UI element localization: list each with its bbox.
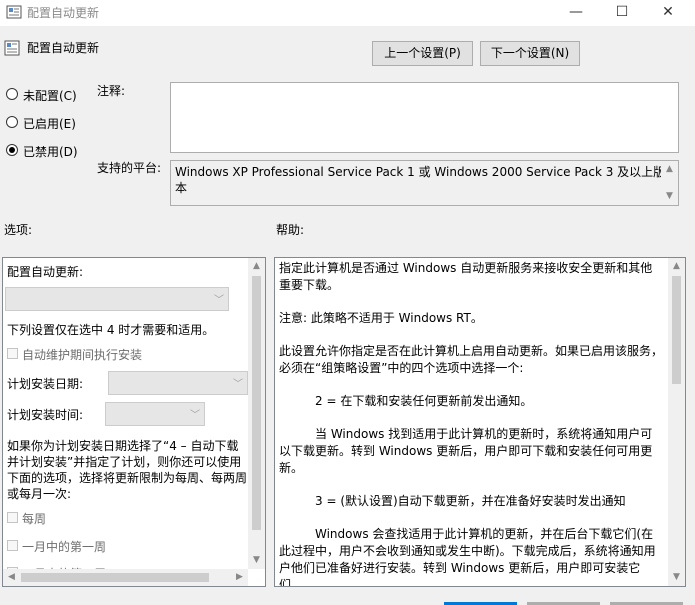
policy-setting-icon [4, 40, 20, 56]
supported-platform-value: Windows XP Professional Service Pack 1 或… [175, 165, 666, 195]
comment-label: 注释: [97, 84, 126, 98]
help-paragraph: 此设置允许你指定是否在此计算机上启用自动更新。如果已启用该服务，必须在“组策略设… [279, 344, 664, 375]
scroll-thumb[interactable] [252, 276, 261, 530]
supported-platform-box: Windows XP Professional Service Pack 1 或… [170, 160, 679, 206]
schedule-info-text: 下面的选项，选择将更新限制为每周、每两周 [7, 471, 248, 485]
schedule-day-label: 计划安装日期: [7, 377, 84, 391]
help-paragraph: Windows 会查找适用于此计算机的更新，并在后台下载它们(在此过程中，用户不… [279, 527, 656, 587]
radio-label: 已启用(E) [23, 117, 76, 131]
configure-updates-dropdown[interactable]: ﹀ [5, 287, 229, 311]
scroll-left-icon[interactable]: ◀ [3, 569, 20, 586]
comment-textarea[interactable] [170, 82, 679, 153]
weekly-label: 每周 [22, 512, 47, 526]
options-vertical-scrollbar[interactable]: ▲ ▼ [248, 258, 265, 569]
policy-name: 配置自动更新 [27, 41, 100, 55]
maximize-button[interactable]: ☐ [599, 0, 645, 26]
scroll-right-icon[interactable]: ▶ [231, 569, 248, 586]
radio-disabled-indicator[interactable] [6, 144, 18, 156]
help-vertical-scrollbar[interactable]: ▲ ▼ [668, 258, 685, 586]
radio-not-configured-indicator[interactable] [6, 88, 18, 100]
window-title: 配置自动更新 [27, 6, 100, 20]
options-label: 选项: [4, 223, 33, 237]
help-label: 帮助: [276, 223, 305, 237]
next-setting-button[interactable]: 下一个设置(N) [480, 41, 580, 66]
scroll-up-icon[interactable]: ▲ [248, 258, 265, 275]
help-paragraph: 指定此计算机是否通过 Windows 自动更新服务来接收安全更新和其他重要下载。 [279, 261, 653, 292]
help-paragraph: 3 = (默认设置)自动下载更新，并在准备好安装时发出通知 [315, 494, 626, 508]
radio-label: 未配置(C) [23, 89, 77, 103]
chevron-down-icon: ﹀ [190, 410, 200, 421]
weekly-checkbox[interactable] [7, 512, 18, 523]
policy-app-icon [6, 5, 22, 19]
help-paragraph: 当 Windows 找到适用于此计算机的更新时，系统将通知用户可以下载更新。转到… [279, 427, 653, 475]
options-horizontal-scrollbar[interactable]: ◀ ▶ [3, 569, 248, 586]
radio-label: 已禁用(D) [23, 145, 78, 159]
chevron-down-icon: ﹀ [214, 295, 224, 306]
help-pane: 指定此计算机是否通过 Windows 自动更新服务来接收安全更新和其他重要下载。… [274, 257, 686, 587]
scroll-down-icon[interactable]: ▼ [661, 188, 678, 205]
help-paragraph: 2 = 在下载和安装任何更新前发出通知。 [315, 394, 533, 408]
first-week-checkbox[interactable] [7, 540, 18, 551]
options-pane: 配置自动更新: ﹀ 下列设置仅在选中 4 时才需要和适用。 自动维护期间执行安装… [2, 257, 266, 587]
schedule-info-text: 如果你为计划安装日期选择了“4 – 自动下载 [7, 439, 239, 453]
previous-setting-button[interactable]: 上一个设置(P) [372, 41, 473, 66]
maintenance-install-checkbox[interactable] [7, 348, 18, 359]
supported-platform-label: 支持的平台: [97, 161, 162, 175]
schedule-time-label: 计划安装时间: [7, 408, 84, 422]
scroll-thumb[interactable] [21, 573, 209, 582]
schedule-info-text: 或每月一次: [7, 487, 72, 501]
schedule-day-dropdown[interactable]: ﹀ [108, 371, 248, 395]
options-note: 下列设置仅在选中 4 时才需要和适用。 [7, 323, 215, 337]
minimize-button[interactable]: — [553, 0, 599, 26]
help-text: 指定此计算机是否通过 Windows 自动更新服务来接收安全更新和其他重要下载。… [279, 260, 664, 587]
chevron-down-icon: ﹀ [233, 379, 243, 390]
schedule-time-dropdown[interactable]: ﹀ [105, 402, 205, 426]
maintenance-install-label: 自动维护期间执行安装 [22, 348, 143, 362]
scroll-down-icon[interactable]: ▼ [668, 569, 685, 586]
configure-updates-label: 配置自动更新: [7, 265, 84, 279]
platform-scrollbar[interactable]: ▲ ▼ [661, 161, 678, 205]
scroll-thumb[interactable] [672, 276, 681, 384]
scroll-down-icon[interactable]: ▼ [248, 552, 265, 569]
first-week-label: 一月中的第一周 [22, 540, 107, 554]
scroll-up-icon[interactable]: ▲ [668, 258, 685, 275]
help-paragraph: 注意: 此策略不适用于 Windows RT。 [279, 311, 483, 325]
schedule-info-text: 并计划安装”并指定了计划，则你还可以使用 [7, 455, 242, 469]
radio-enabled-indicator[interactable] [6, 116, 18, 128]
scroll-up-icon[interactable]: ▲ [661, 161, 678, 178]
close-button[interactable]: ✕ [645, 0, 691, 26]
